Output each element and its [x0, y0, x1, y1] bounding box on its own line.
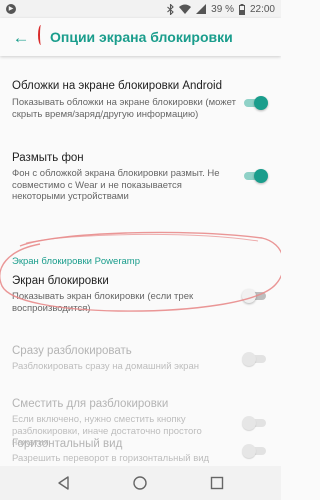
pref-blur-background[interactable]: Размыть фон Фон с обложкой экрана блокир…	[0, 152, 281, 218]
section-header: Экран блокировки Poweramp	[12, 256, 140, 267]
pref-title: Размыть фон	[12, 152, 84, 164]
pref-unlock-immediately[interactable]: Сразу разблокировать Разблокировать сраз…	[0, 345, 281, 379]
pref-title: Сразу разблокировать	[12, 345, 132, 357]
battery-icon	[238, 3, 245, 15]
signal-icon	[196, 4, 207, 14]
play-circle-icon: ▶	[6, 4, 16, 14]
pref-landscape-view[interactable]: Горизонтальный вид Разрешить переворот в…	[0, 438, 281, 466]
pref-summary: Фон с обложкой экрана блокировки размыт.…	[12, 168, 220, 202]
unlock-immediately-toggle[interactable]	[242, 352, 268, 366]
nav-recents-icon[interactable]	[208, 474, 226, 492]
arrow-back-icon[interactable]: ←	[6, 29, 36, 46]
lock-screen-toggle[interactable]	[242, 289, 268, 303]
nav-back-icon[interactable]	[55, 474, 73, 492]
pref-summary: Разблокировать сразу на домашний экран	[12, 361, 199, 372]
wifi-icon	[179, 4, 192, 14]
pref-lock-screen[interactable]: Экран блокировки Показывать экран блокир…	[0, 275, 281, 333]
pref-title: Сместить для разблокировки	[12, 398, 169, 410]
pref-summary: Разрешить переворот в горизонтальный вид	[12, 453, 210, 464]
toggle-thumb	[254, 169, 268, 183]
toggle-thumb	[242, 416, 256, 430]
landscape-view-toggle[interactable]	[242, 444, 268, 458]
status-bar: ▶ 39 % 22:00	[0, 0, 281, 18]
pref-title: Обложки на экране блокировки Android	[12, 80, 222, 92]
toggle-thumb	[254, 96, 268, 110]
pref-summary: Показывать экран блокировки (если трек в…	[12, 291, 194, 314]
toggle-thumb	[242, 352, 256, 366]
navigation-bar	[0, 466, 281, 500]
pref-title: Экран блокировки	[12, 275, 109, 287]
bluetooth-icon	[167, 3, 174, 15]
status-right: 39 % 22:00	[167, 3, 275, 15]
nav-home-icon[interactable]	[131, 474, 149, 492]
settings-list[interactable]: Обложки на экране блокировки Android Пок…	[0, 56, 281, 466]
pref-title: Горизонтальный вид	[12, 438, 123, 450]
toggle-thumb	[242, 289, 256, 303]
blur-toggle[interactable]	[242, 169, 268, 183]
covers-toggle[interactable]	[242, 96, 268, 110]
swipe-to-unlock-toggle[interactable]	[242, 416, 268, 430]
battery-percent: 39 %	[211, 3, 234, 15]
pref-covers-on-lockscreen[interactable]: Обложки на экране блокировки Android Пок…	[0, 80, 281, 140]
red-annotation-mark	[38, 25, 44, 45]
status-left: ▶	[6, 4, 16, 14]
screen: ▶ 39 % 22:00 ← Опции экрана блокировки О…	[0, 0, 281, 500]
pref-summary: Показывать обложки на экране блокировки …	[12, 97, 236, 120]
toggle-thumb	[242, 444, 256, 458]
clock: 22:00	[249, 3, 275, 15]
page-title: Опции экрана блокировки	[50, 29, 233, 45]
